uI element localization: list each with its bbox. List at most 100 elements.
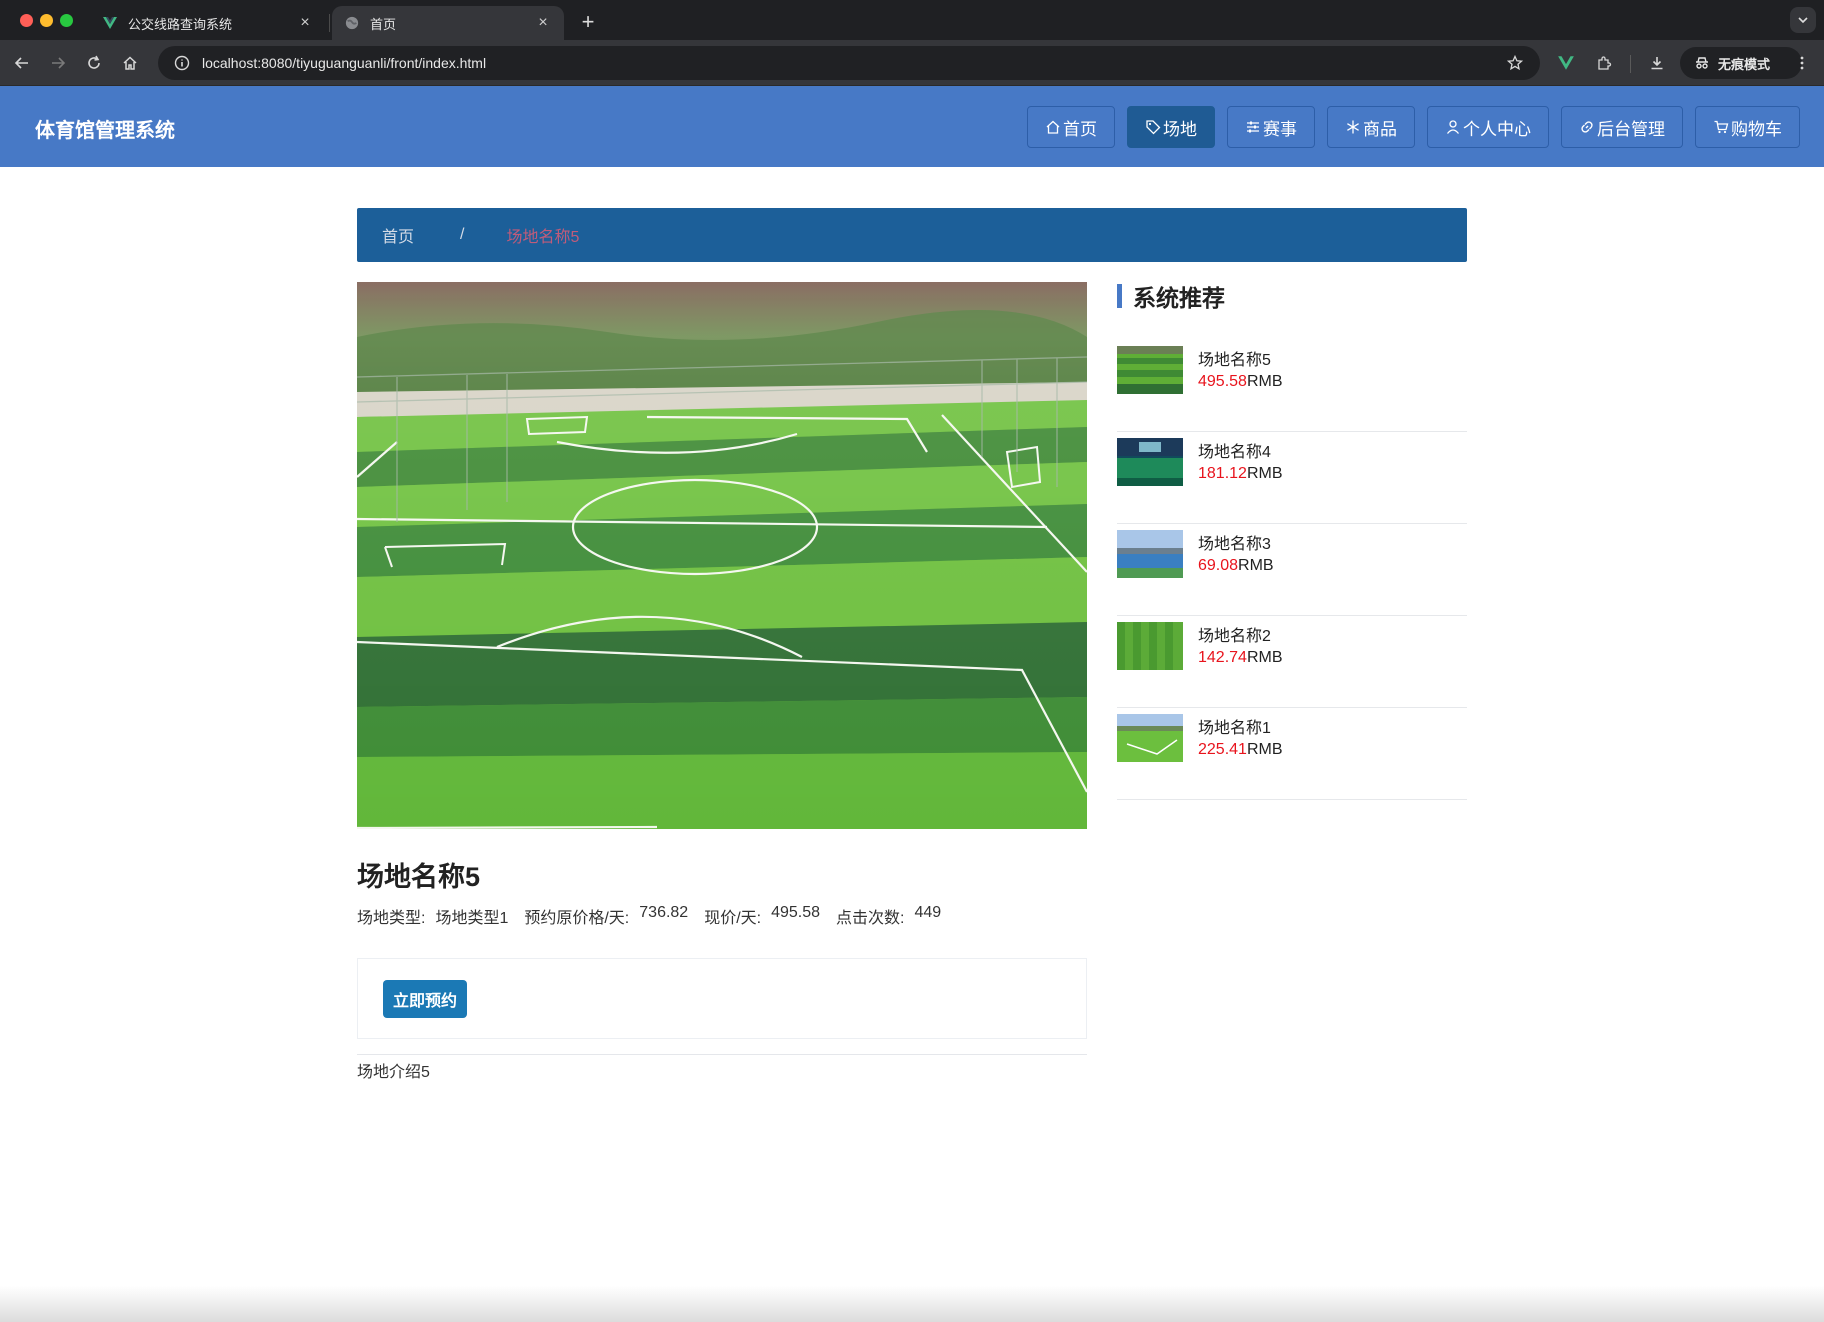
meta-value: 场地类型1 xyxy=(435,910,509,927)
intro-divider xyxy=(357,1054,1087,1055)
nav-item-venue[interactable]: 场地 xyxy=(1127,106,1215,148)
meta-value: 495.58 xyxy=(771,904,821,921)
recommend-price: 225.41 xyxy=(1198,741,1247,758)
tab-close-icon[interactable]: × xyxy=(534,14,552,32)
browser-tab-bar: 公交线路查询系统 × 首页 × + xyxy=(0,0,1824,40)
price-unit: RMB xyxy=(1238,557,1274,574)
nav-item-events[interactable]: 赛事 xyxy=(1227,106,1315,148)
nav-item-home[interactable]: 首页 xyxy=(1027,106,1115,148)
nav-label: 赛事 xyxy=(1263,119,1297,139)
meta-original-price: 预约原价格/天: 736.82 xyxy=(524,904,688,928)
breadcrumb-separator: / xyxy=(460,226,465,243)
breadcrumb-current: 场地名称5 xyxy=(506,229,580,246)
recommend-name: 场地名称4 xyxy=(1198,444,1271,461)
nav-label: 商品 xyxy=(1363,119,1397,139)
venue-photo xyxy=(357,282,1087,829)
nav-label: 个人中心 xyxy=(1463,119,1531,139)
venue-meta: 场地类型: 场地类型1 预约原价格/天: 736.82 现价/天: 495.58… xyxy=(357,904,1087,928)
booking-panel: 立即预约 xyxy=(357,958,1087,1039)
forward-button[interactable] xyxy=(44,49,72,77)
nav-item-cart[interactable]: 购物车 xyxy=(1695,106,1800,148)
puzzle-icon xyxy=(1598,56,1612,70)
browser-toolbar: localhost:8080/tiyuguanguanli/front/inde… xyxy=(0,40,1824,86)
maximize-window-button[interactable] xyxy=(60,14,73,27)
venue-thumbnail xyxy=(1117,714,1183,762)
nav-item-profile[interactable]: 个人中心 xyxy=(1427,106,1549,148)
meta-label: 预约原价格/天: xyxy=(524,910,630,927)
recommend-price: 181.12 xyxy=(1198,465,1247,482)
recommend-list: 场地名称5 495.58RMB 场地名称4 181.12RMB 场地名称3 69… xyxy=(1117,340,1467,800)
venue-intro: 场地介绍5 xyxy=(357,1064,430,1081)
link-icon xyxy=(1581,121,1593,133)
vue-devtools-extension[interactable] xyxy=(1552,49,1580,77)
site-brand: 体育馆管理系统 xyxy=(35,120,175,142)
meta-current-price: 现价/天: 495.58 xyxy=(704,904,820,928)
detail-column: 场地名称5 场地类型: 场地类型1 预约原价格/天: 736.82 现价/天: … xyxy=(357,282,1087,1082)
page-viewport: 体育馆管理系统 首页 场地 赛事 商品 个人中心 后台管理 购物车 首页 / 场… xyxy=(0,86,1824,1322)
close-window-button[interactable] xyxy=(20,14,33,27)
list-item[interactable]: 场地名称2 142.74RMB xyxy=(1117,616,1467,708)
recommend-title-text: 系统推荐 xyxy=(1133,285,1225,311)
home-button[interactable] xyxy=(116,49,144,77)
bottom-scroll-shadow xyxy=(0,1286,1824,1322)
list-item[interactable]: 场地名称3 69.08RMB xyxy=(1117,524,1467,616)
list-item[interactable]: 场地名称1 225.41RMB xyxy=(1117,708,1467,800)
downloads-button[interactable] xyxy=(1643,49,1671,77)
more-vertical-icon xyxy=(1800,56,1804,70)
title-accent-bar xyxy=(1117,284,1122,308)
nav-item-admin[interactable]: 后台管理 xyxy=(1561,106,1683,148)
home-icon xyxy=(1046,120,1060,134)
incognito-icon xyxy=(1696,57,1708,69)
nav-label: 购物车 xyxy=(1731,119,1782,139)
list-item[interactable]: 场地名称5 495.58RMB xyxy=(1117,340,1467,432)
minimize-window-button[interactable] xyxy=(40,14,53,27)
breadcrumb-home-link[interactable]: 首页 xyxy=(382,223,414,247)
arrow-left-icon xyxy=(14,57,28,69)
breadcrumb: 首页 / 场地名称5 xyxy=(357,208,1467,262)
address-bar[interactable]: localhost:8080/tiyuguanguanli/front/inde… xyxy=(158,46,1540,80)
price-unit: RMB xyxy=(1246,373,1283,390)
price-unit: RMB xyxy=(1246,465,1283,482)
venue-thumbnail xyxy=(1117,530,1183,578)
recommend-price: 495.58 xyxy=(1198,373,1247,390)
back-button[interactable] xyxy=(8,49,36,77)
recommend-price: 69.08 xyxy=(1198,557,1239,574)
user-icon xyxy=(1446,120,1460,134)
tab-title: 首页 xyxy=(370,16,397,32)
extensions-button[interactable] xyxy=(1590,49,1618,77)
main-nav: 首页 场地 赛事 商品 个人中心 后台管理 购物车 xyxy=(1027,106,1800,148)
price-unit: RMB xyxy=(1246,741,1283,758)
venue-thumbnail xyxy=(1117,622,1183,670)
reload-button[interactable] xyxy=(80,49,108,77)
tab-close-icon[interactable]: × xyxy=(296,14,314,32)
browser-menu-button[interactable] xyxy=(1788,49,1816,77)
vue-icon xyxy=(1558,56,1574,70)
list-item[interactable]: 场地名称4 181.12RMB xyxy=(1117,432,1467,524)
book-now-button[interactable]: 立即预约 xyxy=(383,979,468,1018)
price-unit: RMB xyxy=(1246,649,1283,666)
site-info-icon[interactable] xyxy=(172,53,192,73)
incognito-indicator[interactable]: 无痕模式 xyxy=(1680,47,1802,79)
recommend-name: 场地名称2 xyxy=(1198,628,1271,645)
meta-label: 现价/天: xyxy=(704,910,762,927)
cart-icon xyxy=(1714,120,1729,134)
meta-value: 449 xyxy=(914,904,942,921)
url-text: localhost:8080/tiyuguanguanli/front/inde… xyxy=(202,55,487,71)
bookmark-star-icon[interactable] xyxy=(1500,55,1530,71)
nav-label: 场地 xyxy=(1163,119,1197,139)
sliders-icon xyxy=(1247,121,1259,133)
vue-icon xyxy=(102,15,118,31)
recommend-name: 场地名称5 xyxy=(1198,352,1271,369)
nav-item-goods[interactable]: 商品 xyxy=(1327,106,1415,148)
browser-tab-1[interactable]: 公交线路查询系统 × xyxy=(90,6,326,40)
globe-icon xyxy=(344,15,360,31)
browser-tab-2[interactable]: 首页 × xyxy=(332,6,564,40)
venue-thumbnail xyxy=(1117,346,1183,394)
tab-search-button[interactable] xyxy=(1790,7,1816,33)
new-tab-button[interactable]: + xyxy=(574,8,602,36)
venue-thumbnail xyxy=(1117,438,1183,486)
content-container: 首页 / 场地名称5 场地名称5 场地类型: 场地类型1 预约原价格/天: 73… xyxy=(357,208,1467,1081)
incognito-label: 无痕模式 xyxy=(1718,56,1771,72)
house-icon xyxy=(123,56,137,70)
recommend-price: 142.74 xyxy=(1198,649,1247,666)
